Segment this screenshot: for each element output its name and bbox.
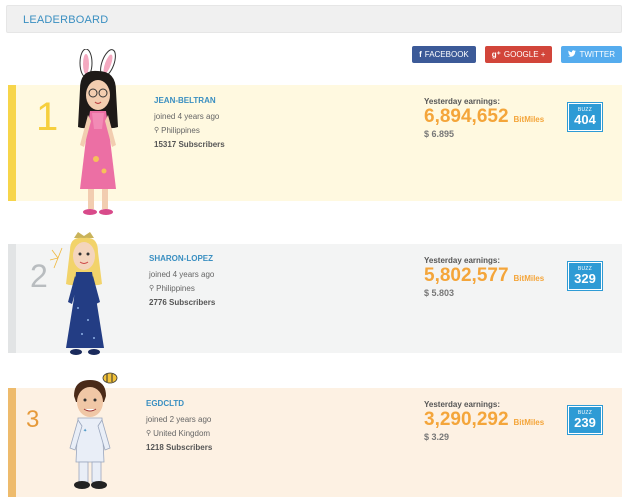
earnings-usd: $ 3.29: [424, 432, 450, 442]
location-pin-icon: ⚲: [149, 285, 155, 292]
rank-stripe: [8, 244, 16, 353]
earnings-unit: BitMiles: [513, 418, 545, 427]
location: ⚲ Philippines: [154, 124, 225, 138]
rank-stripe: [8, 85, 16, 201]
subscriber-count: 2776 Subscribers: [149, 298, 216, 307]
joined-date: joined 4 years ago: [154, 112, 220, 121]
subscriber-count: 15317 Subscribers: [154, 140, 225, 149]
buzz-badge[interactable]: BUZZ 404: [568, 103, 602, 131]
earnings-value: 5,802,577: [424, 265, 509, 286]
earnings-block: Yesterday earnings: 5,802,577 BitMiles $…: [424, 256, 544, 298]
earnings-block: Yesterday earnings: 6,894,652 BitMiles $…: [424, 97, 544, 139]
user-info: EGDCLTD joined 2 years ago ⚲ United King…: [146, 397, 212, 455]
buzz-count: 329: [574, 271, 596, 286]
rank-number: 2: [30, 258, 48, 294]
earnings-usd: $ 5.803: [424, 288, 455, 298]
buzz-count: 404: [574, 112, 596, 127]
username-link[interactable]: SHARON-LOPEZ: [149, 252, 215, 266]
avatar[interactable]: [66, 48, 130, 219]
earnings-label: Yesterday earnings:: [424, 400, 501, 409]
user-info: JEAN-BELTRAN joined 4 years ago ⚲ Philip…: [154, 94, 225, 152]
leaderboard-header: LEADERBOARD: [6, 5, 622, 33]
facebook-share-button[interactable]: f FACEBOOK: [412, 46, 476, 63]
facebook-icon: f: [419, 50, 422, 59]
location: ⚲ United Kingdom: [146, 427, 212, 441]
joined-date: joined 2 years ago: [146, 415, 212, 424]
user-info: SHARON-LOPEZ joined 4 years ago ⚲ Philip…: [149, 252, 215, 310]
buzz-badge[interactable]: BUZZ 239: [568, 406, 602, 434]
earnings-usd: $ 6.895: [424, 129, 455, 139]
subscriber-count: 1218 Subscribers: [146, 443, 213, 452]
username-link[interactable]: JEAN-BELTRAN: [154, 94, 225, 108]
share-buttons: f FACEBOOK g⁺ GOOGLE + TWITTER: [412, 46, 622, 63]
earnings-unit: BitMiles: [513, 274, 545, 283]
google-plus-label: GOOGLE +: [503, 50, 546, 59]
earnings-unit: BitMiles: [513, 115, 545, 124]
location-text: Philippines: [161, 126, 200, 135]
svg-text:✦: ✦: [83, 428, 87, 434]
avatar[interactable]: [48, 228, 120, 364]
google-plus-icon: g⁺: [491, 50, 501, 59]
location-text: United Kingdom: [153, 429, 211, 438]
location-text: Philippines: [156, 284, 195, 293]
google-plus-share-button[interactable]: g⁺ GOOGLE +: [484, 46, 553, 63]
earnings-value: 3,290,292: [424, 409, 509, 430]
twitter-icon: [568, 46, 577, 63]
twitter-label: TWITTER: [579, 50, 615, 59]
rank-number: 3: [26, 406, 40, 433]
twitter-share-button[interactable]: TWITTER: [561, 46, 622, 63]
page-title: LEADERBOARD: [23, 14, 109, 26]
leaderboard-row: 3 ✦ EGDCLTD joined 2 years ago ⚲ United …: [8, 372, 622, 497]
buzz-count: 239: [574, 415, 596, 430]
facebook-label: FACEBOOK: [424, 50, 469, 59]
leaderboard-row: 2 SHARON-LOPEZ joined 4 years ago ⚲ Phil…: [8, 232, 622, 355]
avatar[interactable]: ✦: [60, 372, 122, 492]
earnings-label: Yesterday earnings:: [424, 256, 501, 265]
leaderboard-row: 1 JEAN-BELTRAN joined 4 years ago ⚲ Phil…: [8, 48, 622, 215]
joined-date: joined 4 years ago: [149, 270, 215, 279]
rank-number: 1: [36, 95, 59, 139]
earnings-block: Yesterday earnings: 3,290,292 BitMiles $…: [424, 400, 544, 442]
username-link[interactable]: EGDCLTD: [146, 397, 212, 411]
earnings-label: Yesterday earnings:: [424, 97, 501, 106]
location-pin-icon: ⚲: [146, 430, 152, 437]
buzz-badge[interactable]: BUZZ 329: [568, 262, 602, 290]
earnings-value: 6,894,652: [424, 106, 509, 127]
rank-stripe: [8, 388, 16, 497]
location-pin-icon: ⚲: [154, 127, 160, 134]
location: ⚲ Philippines: [149, 282, 215, 296]
